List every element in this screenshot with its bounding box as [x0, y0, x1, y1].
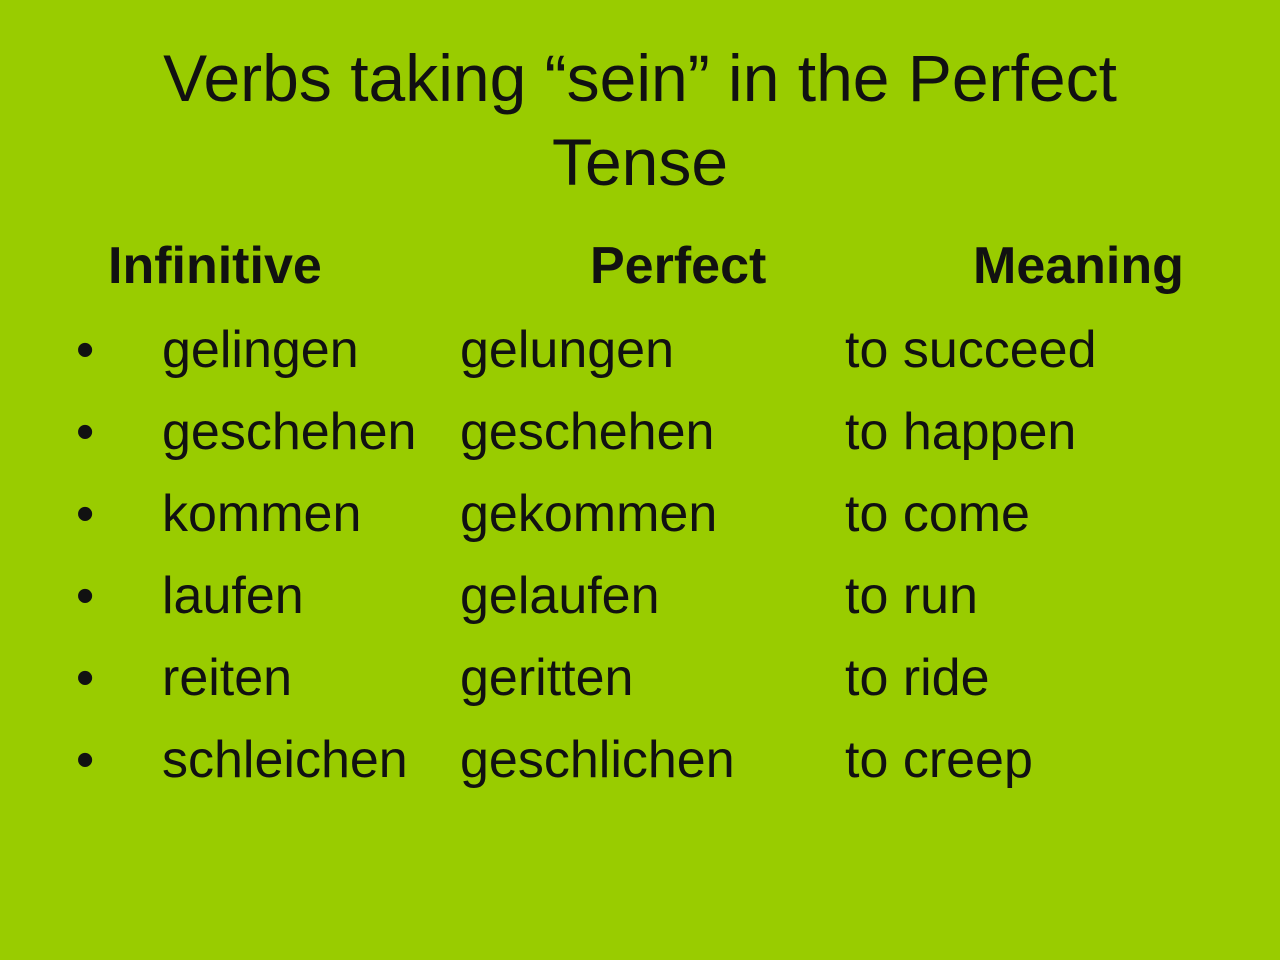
title-line-1: Verbs taking “sein” in the Perfect: [163, 41, 1117, 115]
list-item: • reiten geritten to ride: [0, 646, 1280, 728]
bullet-icon: •: [76, 321, 95, 379]
meaning-cell: to creep: [845, 731, 1033, 789]
infinitive-cell: gelingen: [162, 321, 359, 379]
perfect-cell: geritten: [460, 649, 634, 707]
list-item: • laufen gelaufen to run: [0, 564, 1280, 646]
slide-title: Verbs taking “sein” in the Perfect Tense: [0, 36, 1280, 204]
infinitive-cell: reiten: [162, 649, 293, 707]
title-line-2: Tense: [551, 125, 729, 199]
list-item: • gelingen gelungen to succeed: [0, 318, 1280, 400]
header-perfect: Perfect: [590, 237, 767, 295]
meaning-cell: to run: [845, 567, 978, 625]
list-item: • geschehen geschehen to happen: [0, 400, 1280, 482]
bullet-icon: •: [76, 567, 95, 625]
header-meaning: Meaning: [973, 237, 1184, 295]
slide: Verbs taking “sein” in the Perfect Tense…: [0, 0, 1280, 960]
infinitive-cell: geschehen: [162, 403, 417, 461]
perfect-cell: gelungen: [460, 321, 674, 379]
meaning-cell: to happen: [845, 403, 1077, 461]
perfect-cell: gekommen: [460, 485, 718, 543]
perfect-cell: geschlichen: [460, 731, 735, 789]
perfect-cell: geschehen: [460, 403, 715, 461]
perfect-cell: gelaufen: [460, 567, 660, 625]
meaning-cell: to ride: [845, 649, 990, 707]
verb-list: • gelingen gelungen to succeed • gescheh…: [0, 318, 1280, 810]
meaning-cell: to succeed: [845, 321, 1097, 379]
infinitive-cell: laufen: [162, 567, 304, 625]
bullet-icon: •: [76, 731, 95, 789]
bullet-icon: •: [76, 485, 95, 543]
meaning-cell: to come: [845, 485, 1030, 543]
infinitive-cell: schleichen: [162, 731, 408, 789]
infinitive-cell: kommen: [162, 485, 362, 543]
bullet-icon: •: [76, 403, 95, 461]
list-item: • schleichen geschlichen to creep: [0, 728, 1280, 810]
bullet-icon: •: [76, 649, 95, 707]
header-infinitive: Infinitive: [108, 237, 322, 295]
list-item: • kommen gekommen to come: [0, 482, 1280, 564]
